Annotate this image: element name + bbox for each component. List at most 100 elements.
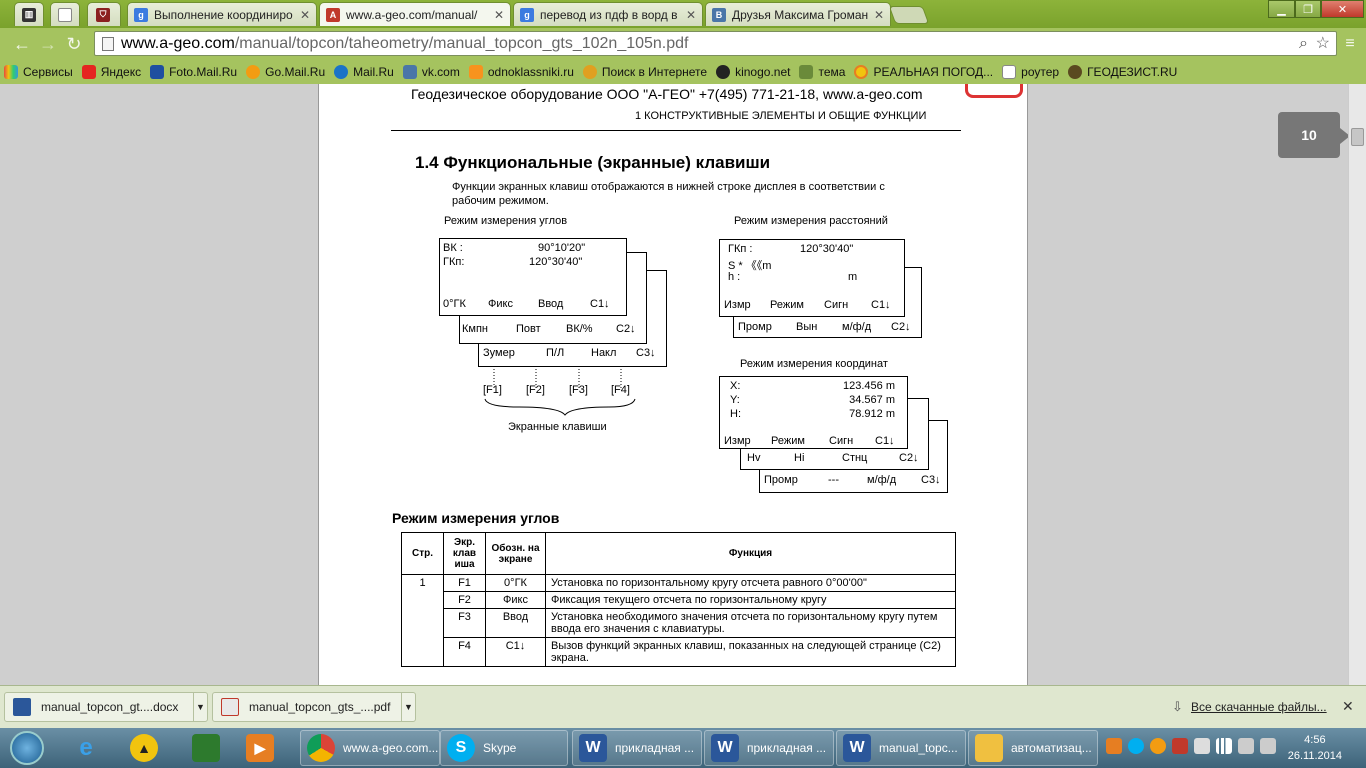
taskbar-map-app[interactable] bbox=[186, 730, 228, 766]
minimize-button[interactable]: ▁ bbox=[1268, 0, 1295, 18]
softkey-label: м/ф/д bbox=[867, 474, 897, 486]
usb-tray-icon[interactable] bbox=[1194, 738, 1210, 754]
taskbar-label: manual_topc... bbox=[879, 741, 958, 755]
softkey-label: С2↓ bbox=[891, 321, 911, 333]
tab-vk[interactable]: B Друзья Максима Громан ✕ bbox=[705, 2, 891, 26]
bookmark-go-mail[interactable]: Go.Mail.Ru bbox=[246, 65, 325, 79]
download-item-pdf[interactable]: manual_topcon_gts_....pdf ▼ bbox=[212, 692, 416, 722]
tab-google-1[interactable]: g Выполнение координиро ✕ bbox=[127, 2, 317, 26]
page-header-section: 1 КОНСТРУКТИВНЫЕ ЭЛЕМЕНТЫ И ОБЩИЕ ФУНКЦИ… bbox=[635, 110, 927, 122]
new-tab-button[interactable] bbox=[888, 6, 930, 24]
close-window-button[interactable]: ✕ bbox=[1321, 0, 1364, 18]
taskbar-archicad[interactable]: ▲ bbox=[124, 730, 174, 766]
menu-icon[interactable]: ≡ bbox=[1340, 34, 1360, 54]
bookmark-geodezist[interactable]: ГЕОДЕЗИСТ.RU bbox=[1068, 65, 1177, 79]
distance-mode-title: Режим измерения расстояний bbox=[734, 215, 888, 227]
mail-tray-icon[interactable] bbox=[1150, 738, 1166, 754]
close-icon[interactable]: ✕ bbox=[300, 8, 310, 22]
antivirus-tray-icon[interactable] bbox=[1172, 738, 1188, 754]
intro-line-1: Функции экранных клавиш отображаются в н… bbox=[452, 181, 885, 193]
taskbar-ie[interactable]: e bbox=[66, 730, 112, 766]
chevron-down-icon[interactable]: ▼ bbox=[193, 693, 207, 721]
coord-mode-title: Режим измерения координат bbox=[740, 358, 888, 370]
word-icon: W bbox=[843, 734, 871, 762]
signal-icon[interactable] bbox=[1216, 738, 1232, 754]
chevron-down-icon[interactable]: ▼ bbox=[401, 693, 415, 721]
bookmark-vk[interactable]: vk.com bbox=[402, 65, 460, 79]
close-icon[interactable]: ✕ bbox=[1342, 698, 1354, 715]
volume-icon[interactable] bbox=[1260, 738, 1276, 754]
bookmark-tema[interactable]: тема bbox=[799, 65, 845, 79]
table-header-row: Стр. Экр. клав иша Обозн. на экране Функ… bbox=[401, 532, 956, 575]
lcd-label: ВК : bbox=[443, 242, 463, 254]
bookmark-mail-ru[interactable]: Mail.Ru bbox=[334, 65, 394, 79]
bookmark-services[interactable]: Сервисы bbox=[4, 65, 73, 79]
bookmark-yandex[interactable]: Яндекс bbox=[81, 65, 141, 79]
star-icon[interactable]: ☆ bbox=[1316, 32, 1330, 55]
reload-button[interactable]: ↻ bbox=[64, 34, 84, 54]
tab-app[interactable]: ▥ bbox=[14, 2, 44, 26]
table-cell: F1 bbox=[443, 574, 486, 592]
bookmark-label: РЕАЛЬНАЯ ПОГОД... bbox=[873, 65, 994, 79]
softkey-label: 0°ГК bbox=[443, 298, 466, 310]
search-icon[interactable]: ⌕ bbox=[1299, 32, 1308, 55]
download-item-docx[interactable]: manual_topcon_gt....docx ▼ bbox=[4, 692, 208, 722]
tab-shield[interactable]: ⛉ bbox=[87, 2, 121, 26]
close-icon[interactable]: ✕ bbox=[686, 8, 696, 22]
softkey-label: Hi bbox=[794, 452, 805, 464]
coord-lcd-page1: X: 123.456 m Y: 34.567 m H: 78.912 m Изм… bbox=[719, 376, 908, 449]
bookmark-odnoklassniki[interactable]: odnoklassniki.ru bbox=[468, 65, 574, 79]
lcd-label: ГКп: bbox=[443, 256, 465, 268]
softkey-label: Сигн bbox=[829, 435, 854, 447]
lcd-value: 90°10'20" bbox=[538, 242, 586, 254]
clock-time: 4:56 bbox=[1304, 734, 1326, 746]
map-app-icon bbox=[192, 734, 220, 762]
table-cell bbox=[401, 608, 444, 638]
folder-icon bbox=[975, 734, 1003, 762]
fkey-label: [F3] bbox=[569, 384, 588, 396]
back-button[interactable]: ← bbox=[12, 34, 32, 54]
close-icon[interactable]: ✕ bbox=[874, 8, 884, 22]
app-icon: ▥ bbox=[22, 7, 36, 22]
taskbar-word-3[interactable]: W manual_topc... bbox=[836, 730, 966, 766]
bookmark-label: роутер bbox=[1021, 65, 1060, 79]
taskbar-explorer[interactable]: автоматизац... bbox=[968, 730, 1098, 766]
shield-icon: ⛉ bbox=[96, 7, 110, 22]
blank-page-icon bbox=[58, 7, 72, 22]
bookmark-foto-mail[interactable]: Foto.Mail.Ru bbox=[150, 65, 237, 79]
bookmark-weather[interactable]: РЕАЛЬНАЯ ПОГОД... bbox=[854, 65, 993, 79]
tab-title: Выполнение координиро bbox=[154, 7, 293, 22]
bookmark-label: vk.com bbox=[421, 65, 460, 79]
start-button[interactable] bbox=[4, 730, 52, 766]
battery-icon[interactable] bbox=[1238, 738, 1254, 754]
lcd-value: 34.567 m bbox=[849, 394, 895, 406]
taskbar-media-player[interactable]: ▶ bbox=[240, 730, 288, 766]
table-cell bbox=[401, 591, 444, 609]
softkey-label: Зумер bbox=[483, 347, 515, 359]
vertical-scrollbar[interactable] bbox=[1348, 84, 1366, 685]
maximize-button[interactable]: ❐ bbox=[1295, 0, 1321, 18]
tab-google-2[interactable]: g перевод из пдф в ворд в ✕ bbox=[513, 2, 703, 26]
bookmark-kinogo[interactable]: kinogo.net bbox=[716, 65, 790, 79]
forward-button[interactable]: → bbox=[38, 34, 58, 54]
tab-pdf[interactable]: A www.a-geo.com/manual/ ✕ bbox=[319, 2, 511, 26]
taskbar-word-2[interactable]: W прикладная ... bbox=[704, 730, 834, 766]
taskbar-word-1[interactable]: W прикладная ... bbox=[572, 730, 702, 766]
close-icon[interactable]: ✕ bbox=[494, 8, 504, 22]
tab-blank[interactable] bbox=[50, 2, 80, 26]
address-bar[interactable]: www.a-geo.com/manual/topcon/taheometry/m… bbox=[94, 31, 1337, 56]
taskbar-skype[interactable]: S Skype bbox=[440, 730, 568, 766]
system-clock[interactable]: 4:56 26.11.2014 bbox=[1288, 732, 1342, 764]
chrome-icon bbox=[307, 734, 335, 762]
skype-tray-icon[interactable] bbox=[1128, 738, 1144, 754]
intro-line-2: рабочим режимом. bbox=[452, 195, 549, 207]
scrollbar-thumb[interactable] bbox=[1351, 128, 1364, 146]
angle-mode-title: Режим измерения углов bbox=[444, 215, 568, 227]
bookmark-router[interactable]: роутер bbox=[1002, 65, 1059, 79]
show-all-downloads-link[interactable]: Все скачанные файлы... bbox=[1191, 700, 1327, 714]
table-cell: F4 bbox=[443, 637, 486, 667]
bookmark-search[interactable]: Поиск в Интернете bbox=[582, 65, 707, 79]
media-tray-icon[interactable] bbox=[1106, 738, 1122, 754]
taskbar-chrome[interactable]: www.a-geo.com... bbox=[300, 730, 440, 766]
theme-icon bbox=[799, 65, 814, 79]
